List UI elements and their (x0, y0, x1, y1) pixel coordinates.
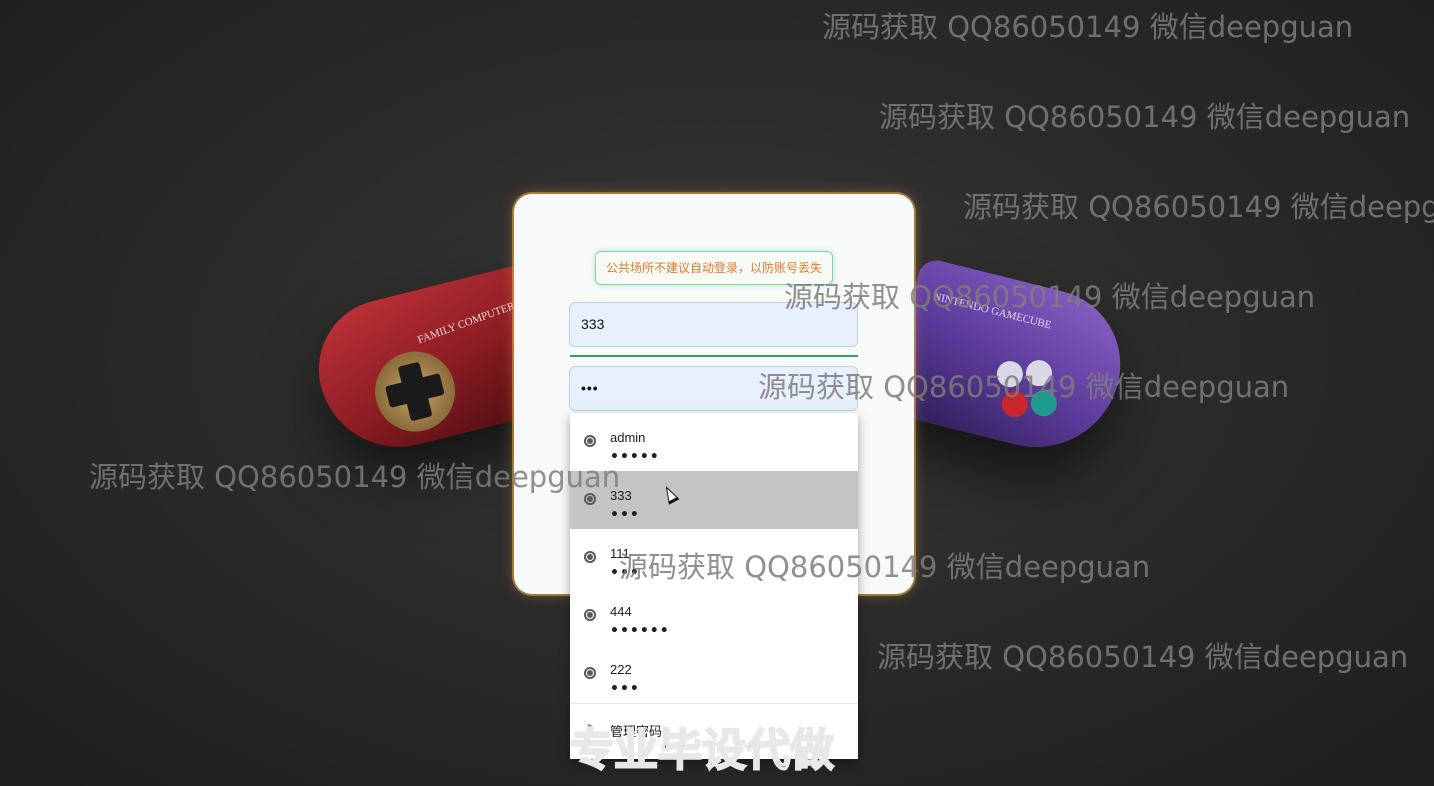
field-divider (570, 355, 858, 357)
autofill-item[interactable]: 444 •••••• (570, 587, 858, 645)
autofill-password: ••••• (610, 449, 660, 465)
globe-icon (584, 667, 596, 679)
autofill-username: admin (610, 430, 646, 445)
watermark-text: 源码获取 QQ86050149 微信deepguan (822, 10, 1354, 44)
autofill-password: •••••• (610, 623, 670, 639)
watermark-text: 源码获取 QQ86050149 微信deepguan (879, 100, 1411, 134)
username-input[interactable]: 333 (569, 302, 858, 347)
watermark-banner: 专业毕设代做 (569, 724, 835, 777)
autofill-item-selected[interactable]: 333 ••• (570, 471, 858, 529)
autofill-username: 111 (610, 546, 630, 561)
globe-icon (584, 609, 596, 621)
password-input[interactable]: ••• (569, 366, 858, 411)
autofill-dropdown: admin ••••• 333 ••• 111 ••• 444 •••••• 2… (570, 413, 858, 759)
autofill-username: 333 (610, 488, 632, 503)
auto-login-notice: 公共场所不建议自动登录，以防账号丢失 (595, 251, 833, 285)
autofill-username: 222 (610, 662, 632, 677)
autofill-username: 444 (610, 604, 632, 619)
autofill-password: ••• (610, 681, 640, 697)
globe-icon (584, 435, 596, 447)
autofill-item[interactable]: 111 ••• (570, 529, 858, 587)
autofill-item[interactable]: 222 ••• (570, 645, 858, 703)
autofill-password: ••• (610, 507, 640, 523)
purple-game-controller-image: NINTENDO GAMECUBE (879, 237, 1151, 487)
autofill-password: ••• (610, 565, 640, 581)
autofill-item[interactable]: admin ••••• (570, 413, 858, 471)
globe-icon (584, 493, 596, 505)
globe-icon (584, 551, 596, 563)
watermark-text: 源码获取 QQ86050149 微信deepguan (963, 190, 1434, 224)
watermark-text: 源码获取 QQ86050149 微信deepguan (877, 640, 1409, 674)
